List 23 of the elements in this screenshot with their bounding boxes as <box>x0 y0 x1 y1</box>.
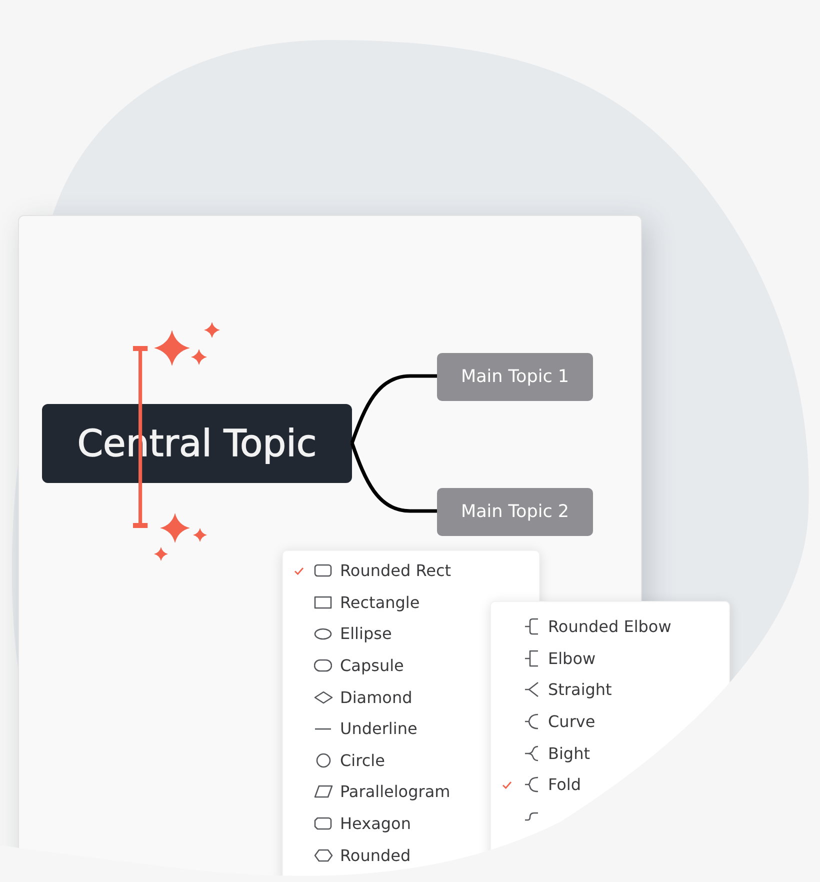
hexagon-icon <box>314 848 332 862</box>
capsule-icon <box>314 659 332 672</box>
curved-fork-icon <box>524 744 538 762</box>
line-icon <box>314 726 332 731</box>
step-line-icon <box>524 812 538 821</box>
curved-bracket-icon <box>524 713 538 730</box>
bracket-icon <box>524 650 538 667</box>
menu-item[interactable]: Rounded Rect <box>283 555 539 587</box>
parallelogram-icon <box>314 785 332 798</box>
menu-item[interactable]: Rounded Elbow <box>491 611 729 643</box>
sparkle-icon <box>204 322 220 338</box>
hexagon-icon <box>314 817 332 830</box>
sparkle-icon <box>154 547 168 561</box>
rectangle-icon <box>314 596 332 609</box>
circle-icon <box>316 752 330 768</box>
ellipse-icon <box>314 628 332 640</box>
diamond-icon <box>314 690 332 704</box>
rounded-bracket-icon <box>524 618 538 636</box>
sparkle-icon <box>193 528 207 542</box>
fork-icon <box>524 681 538 698</box>
curved-bracket-icon <box>524 776 538 794</box>
menu-item[interactable]: Elbow <box>491 642 729 674</box>
sparkle-icon <box>160 513 190 543</box>
